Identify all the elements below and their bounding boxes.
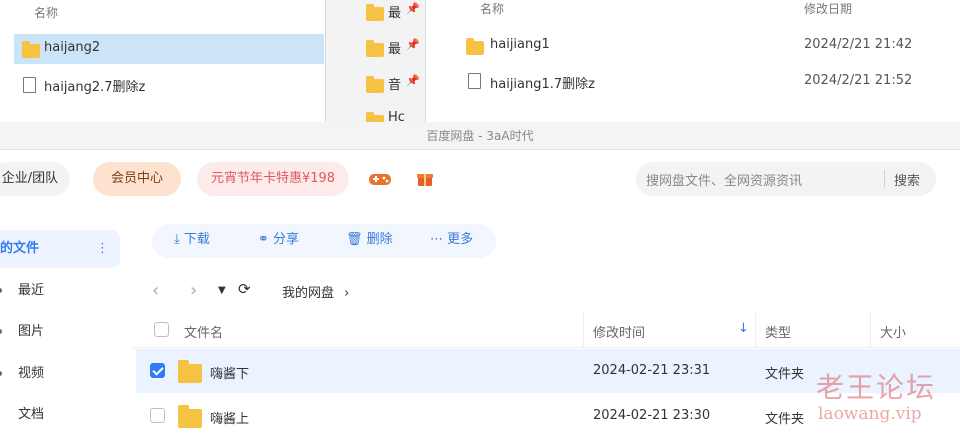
- file-name[interactable]: 嗨酱上: [210, 408, 249, 427]
- bullet-icon: [0, 288, 2, 293]
- share-button[interactable]: ⚭ 分享: [258, 224, 299, 256]
- chevron-right-icon: ›: [344, 286, 350, 301]
- gamepad-icon[interactable]: [368, 171, 392, 187]
- delete-button[interactable]: 🗑 删除: [346, 224, 393, 256]
- file-type: 文件夹: [765, 367, 805, 382]
- file-type: 文件夹: [765, 412, 805, 427]
- promo-button[interactable]: 元宵节年卡特惠¥198: [197, 162, 349, 196]
- sidebar-item-videos[interactable]: 视频: [0, 355, 120, 393]
- more-button[interactable]: ⋯ 更多: [430, 224, 473, 256]
- pin-icon: 📌: [406, 2, 420, 15]
- sidebar-item-images[interactable]: 图片: [0, 313, 120, 351]
- select-all-checkbox[interactable]: [154, 322, 169, 337]
- row-checkbox[interactable]: [150, 408, 165, 423]
- sidebar-item-my-files[interactable]: 的文件 ⋮: [0, 230, 120, 268]
- folder-icon: [466, 38, 484, 55]
- column-header-name[interactable]: 文件名: [184, 322, 223, 341]
- search-input[interactable]: 搜网盘文件、全网资源资讯: [646, 170, 802, 189]
- explorer-item-name: haijang2: [44, 40, 101, 55]
- folder-icon: [366, 4, 384, 21]
- search-button[interactable]: 搜索: [894, 170, 920, 189]
- pin-icon: 📌: [406, 38, 420, 51]
- sidebar-item-docs[interactable]: 文档: [0, 396, 120, 434]
- column-header-name[interactable]: 名称: [480, 0, 504, 17]
- column-header-mtime[interactable]: 修改时间: [593, 322, 645, 341]
- column-header-type[interactable]: 类型: [765, 322, 791, 341]
- watermark-text: 老王论坛: [816, 371, 937, 404]
- folder-icon: [178, 360, 202, 383]
- explorer-row[interactable]: haijang2.7删除z: [14, 70, 324, 100]
- explorer-quick-access: 最 📌 最 📌 音 📌 Hc: [325, 0, 425, 129]
- explorer-window-left: 名称 haijang2 haijang2.7删除z: [0, 0, 325, 122]
- trash-icon: 🗑: [346, 232, 363, 247]
- explorer-item-name: haijang2.7删除z: [44, 80, 146, 95]
- sidebar: 的文件 ⋮ 最近 图片 视频 文档: [0, 212, 132, 438]
- dropdown-triangle-icon[interactable]: ▼: [218, 285, 226, 296]
- search-box[interactable]: 搜网盘文件、全网资源资讯 搜索: [636, 162, 936, 196]
- explorer-row[interactable]: haijiang1.7删除z 2024/2/21 21:52: [456, 68, 956, 96]
- forward-arrow-icon[interactable]: ›: [190, 280, 197, 301]
- watermark-url: laowang.vip: [818, 404, 922, 424]
- breadcrumb[interactable]: 我的网盘 ›: [282, 282, 349, 301]
- bullet-icon: [0, 371, 2, 376]
- file-icon: [468, 73, 481, 89]
- table-header: 文件名 修改时间 ↓ 类型 大小: [132, 312, 960, 348]
- more-horizontal-icon: ⋯: [430, 232, 443, 247]
- share-icon: ⚭: [258, 232, 269, 247]
- more-vertical-icon[interactable]: ⋮: [96, 230, 109, 268]
- explorer-row[interactable]: haijiang1 2024/2/21 21:42: [456, 32, 956, 60]
- team-button[interactable]: 企业/团队: [0, 162, 70, 196]
- folder-icon: [366, 76, 384, 93]
- file-name[interactable]: 嗨酱下: [210, 363, 249, 382]
- netdisk-window: 百度网盘 - 3aA时代 企业/团队 会员中心 元宵节年卡特惠¥198 搜网盘文…: [0, 122, 960, 438]
- gift-icon[interactable]: [416, 170, 434, 188]
- sidebar-item-recent[interactable]: 最近: [0, 272, 120, 310]
- column-header-name[interactable]: 名称: [34, 4, 58, 21]
- quick-access-item[interactable]: 最 📌: [366, 38, 420, 57]
- bullet-icon: [0, 329, 2, 334]
- sort-desc-icon[interactable]: ↓: [738, 321, 749, 336]
- file-mtime: 2024-02-21 23:30: [593, 408, 711, 423]
- window-title: 百度网盘 - 3aA时代: [0, 122, 960, 150]
- folder-icon: [178, 405, 202, 428]
- explorer-window-right: 名称 修改日期 haijiang1 2024/2/21 21:42 haijia…: [425, 0, 960, 122]
- column-header-size[interactable]: 大小: [880, 322, 906, 341]
- column-header-date[interactable]: 修改日期: [804, 0, 852, 17]
- vip-center-button[interactable]: 会员中心: [93, 162, 181, 196]
- folder-icon: [366, 40, 384, 57]
- pin-icon: 📌: [406, 74, 420, 87]
- download-icon: ⤓: [174, 232, 180, 247]
- quick-access-item[interactable]: 最 📌: [366, 2, 420, 21]
- file-mtime: 2024-02-21 23:31: [593, 363, 711, 378]
- file-icon: [23, 77, 36, 93]
- folder-icon: [22, 41, 40, 58]
- back-arrow-icon[interactable]: ‹: [152, 280, 159, 301]
- explorer-row-selected[interactable]: haijang2: [14, 34, 324, 64]
- top-bar: 企业/团队 会员中心 元宵节年卡特惠¥198 搜网盘文件、全网资源资讯 搜索: [0, 150, 960, 212]
- refresh-icon[interactable]: ⟳: [238, 280, 251, 298]
- search-divider: [884, 170, 885, 188]
- quick-access-item[interactable]: 音 📌: [366, 74, 420, 93]
- download-button[interactable]: ⤓ 下载: [174, 224, 210, 256]
- row-checkbox[interactable]: [150, 363, 165, 378]
